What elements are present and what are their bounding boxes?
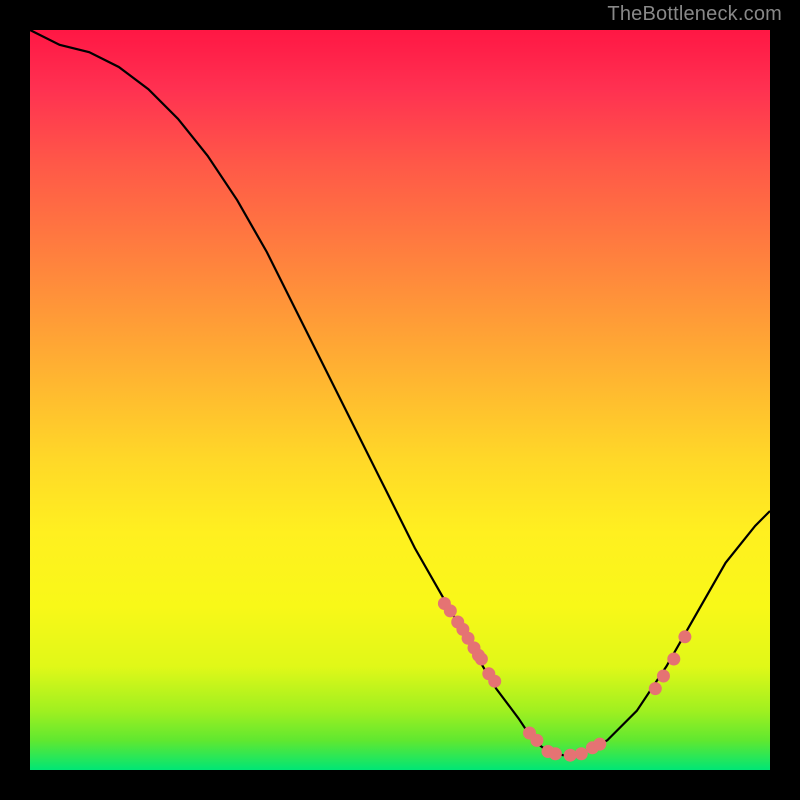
data-point-marker bbox=[575, 747, 588, 760]
markers-group bbox=[438, 597, 692, 762]
data-point-marker bbox=[649, 682, 662, 695]
data-point-marker bbox=[657, 670, 670, 683]
data-point-marker bbox=[593, 738, 606, 751]
data-point-marker bbox=[667, 653, 680, 666]
data-point-marker bbox=[488, 675, 501, 688]
bottleneck-curve bbox=[30, 30, 770, 755]
plot-area bbox=[30, 30, 770, 770]
data-point-marker bbox=[444, 604, 457, 617]
data-point-marker bbox=[564, 749, 577, 762]
watermark-text: TheBottleneck.com bbox=[607, 3, 782, 26]
data-point-marker bbox=[475, 653, 488, 666]
chart-overlay bbox=[30, 30, 770, 770]
data-point-marker bbox=[678, 630, 691, 643]
data-point-marker bbox=[549, 747, 562, 760]
data-point-marker bbox=[530, 734, 543, 747]
